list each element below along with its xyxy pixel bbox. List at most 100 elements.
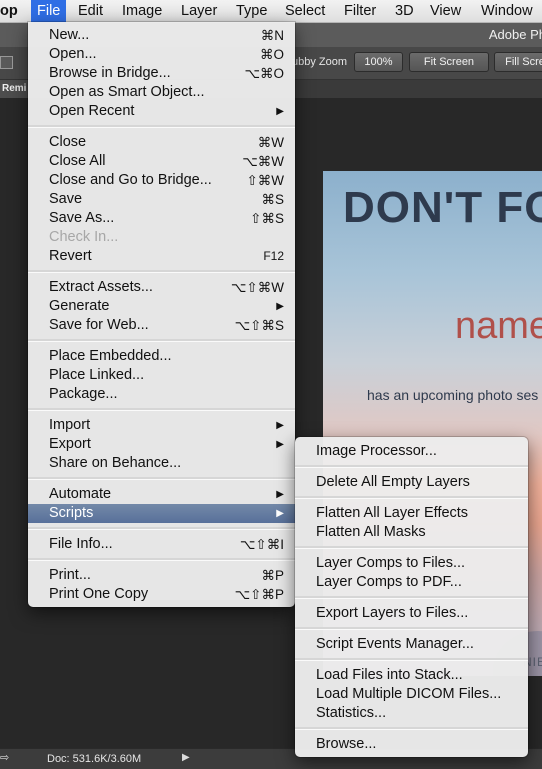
menu-item-label: Load Files into Stack... xyxy=(316,667,463,683)
menu-item-shortcut: ⌥⌘W xyxy=(242,154,284,169)
menu-item-open-as-smart-object[interactable]: Open as Smart Object... xyxy=(28,83,295,102)
menu-item-label: Save As... xyxy=(49,210,115,226)
menu-separator xyxy=(295,465,528,468)
menu-item-label: Scripts xyxy=(49,505,94,521)
menu-item-load-multiple-dicom-files[interactable]: Load Multiple DICOM Files... xyxy=(295,685,528,704)
menu-item-label: Layer Comps to Files... xyxy=(316,555,466,571)
menubar-type[interactable]: Type xyxy=(236,0,267,22)
menu-item-label: Open Recent xyxy=(49,103,135,119)
status-menu-arrow-icon[interactable]: ▶ xyxy=(182,752,190,763)
menu-item-close-all[interactable]: Close All ⌥⌘W xyxy=(28,152,295,171)
menu-item-shortcut: ⌘S xyxy=(261,192,284,207)
fill-screen-button[interactable]: Fill Scre xyxy=(494,52,542,72)
app-title: Adobe Ph xyxy=(488,27,542,42)
scripts-submenu: Image Processor... Delete All Empty Laye… xyxy=(295,437,528,757)
menu-item-export-layers-to-files[interactable]: Export Layers to Files... xyxy=(295,604,528,623)
menu-item-delete-all-empty-layers[interactable]: Delete All Empty Layers xyxy=(295,473,528,492)
zoom-100-button[interactable]: 100% xyxy=(354,52,403,72)
menu-item-label: Check In... xyxy=(49,229,119,245)
menu-item-label: Export xyxy=(49,436,91,452)
menu-item-export[interactable]: Export ▶ xyxy=(28,435,295,454)
menubar-window[interactable]: Window xyxy=(481,0,533,22)
menubar-edit[interactable]: Edit xyxy=(78,0,103,22)
menu-item-save[interactable]: Save ⌘S xyxy=(28,190,295,209)
menu-item-flatten-all-layer-effects[interactable]: Flatten All Layer Effects xyxy=(295,504,528,523)
menu-item-browse[interactable]: Browse... xyxy=(295,735,528,754)
menu-separator xyxy=(28,125,295,128)
menu-item-label: Revert xyxy=(49,248,92,264)
menubar-app-name[interactable]: op xyxy=(0,0,18,22)
status-share-icon[interactable]: ⇨ xyxy=(0,751,9,764)
scrubby-zoom-checkbox[interactable] xyxy=(0,56,13,69)
menu-separator xyxy=(295,627,528,630)
menu-item-layer-comps-to-pdf[interactable]: Layer Comps to PDF... xyxy=(295,573,528,592)
menu-item-browse-in-bridge[interactable]: Browse in Bridge... ⌥⌘O xyxy=(28,64,295,83)
document-subtitle: has an upcoming photo ses xyxy=(367,387,539,403)
document-name-text: name xyxy=(455,305,542,347)
menu-item-scripts[interactable]: Scripts ▶ xyxy=(28,504,295,523)
menu-item-place-embedded[interactable]: Place Embedded... xyxy=(28,347,295,366)
menu-item-place-linked[interactable]: Place Linked... xyxy=(28,366,295,385)
fit-screen-button[interactable]: Fit Screen xyxy=(409,52,489,72)
menubar-view[interactable]: View xyxy=(430,0,461,22)
menu-item-label: Flatten All Layer Effects xyxy=(316,505,469,521)
menu-item-file-info[interactable]: File Info... ⌥⇧⌘I xyxy=(28,535,295,554)
menu-item-layer-comps-to-files[interactable]: Layer Comps to Files... xyxy=(295,554,528,573)
menu-item-shortcut: ⌘N xyxy=(260,28,284,43)
menu-item-label: Generate xyxy=(49,298,110,314)
menu-item-label: Flatten All Masks xyxy=(316,524,426,540)
menu-item-save-as[interactable]: Save As... ⇧⌘S xyxy=(28,209,295,228)
submenu-arrow-icon: ▶ xyxy=(276,301,284,312)
menu-item-load-files-into-stack[interactable]: Load Files into Stack... xyxy=(295,666,528,685)
submenu-arrow-icon: ▶ xyxy=(276,420,284,431)
menu-item-label: Import xyxy=(49,417,91,433)
menu-item-automate[interactable]: Automate ▶ xyxy=(28,485,295,504)
menu-item-open[interactable]: Open... ⌘O xyxy=(28,45,295,64)
menu-item-new[interactable]: New... ⌘N xyxy=(28,26,295,45)
menu-item-label: Share on Behance... xyxy=(49,455,182,471)
menu-item-statistics[interactable]: Statistics... xyxy=(295,704,528,723)
menu-item-label: Extract Assets... xyxy=(49,279,153,295)
menu-item-import[interactable]: Import ▶ xyxy=(28,416,295,435)
menu-separator xyxy=(28,270,295,273)
menu-item-shortcut: ⌥⇧⌘I xyxy=(239,537,284,552)
menu-item-revert[interactable]: Revert F12 xyxy=(28,247,295,266)
menu-item-label: Place Embedded... xyxy=(49,348,172,364)
menu-item-script-events-manager[interactable]: Script Events Manager... xyxy=(295,635,528,654)
menu-item-share-on-behance[interactable]: Share on Behance... xyxy=(28,454,295,473)
menubar-image[interactable]: Image xyxy=(122,0,162,22)
menu-item-shortcut: ⇧⌘S xyxy=(250,211,284,226)
menu-separator xyxy=(295,546,528,549)
menubar-layer[interactable]: Layer xyxy=(181,0,217,22)
menu-item-shortcut: ⌘P xyxy=(261,568,284,583)
menubar-file[interactable]: File xyxy=(31,0,67,23)
menu-item-label: Image Processor... xyxy=(316,443,437,459)
menubar-filter[interactable]: Filter xyxy=(344,0,376,22)
menu-item-image-processor[interactable]: Image Processor... xyxy=(295,442,528,461)
menu-separator xyxy=(28,477,295,480)
document-headline: DON'T FO xyxy=(343,183,542,232)
menu-item-generate[interactable]: Generate ▶ xyxy=(28,297,295,316)
menu-item-label: Save xyxy=(49,191,83,207)
menu-item-shortcut: ⌥⌘O xyxy=(244,66,284,81)
menu-item-label: New... xyxy=(49,27,90,43)
menu-item-print[interactable]: Print... ⌘P xyxy=(28,566,295,585)
menu-item-label: Print... xyxy=(49,567,91,583)
submenu-arrow-icon: ▶ xyxy=(276,508,284,519)
menu-item-shortcut: ⇧⌘W xyxy=(246,173,284,188)
menu-item-open-recent[interactable]: Open Recent ▶ xyxy=(28,102,295,121)
menu-item-close[interactable]: Close ⌘W xyxy=(28,133,295,152)
menu-item-flatten-all-masks[interactable]: Flatten All Masks xyxy=(295,523,528,542)
menu-item-save-for-web[interactable]: Save for Web... ⌥⇧⌘S xyxy=(28,316,295,335)
menubar-select[interactable]: Select xyxy=(285,0,325,22)
menu-item-package[interactable]: Package... xyxy=(28,385,295,404)
menu-item-label: Open as Smart Object... xyxy=(49,84,205,100)
menubar-3d[interactable]: 3D xyxy=(395,0,414,22)
menu-item-close-and-go-to-bridge[interactable]: Close and Go to Bridge... ⇧⌘W xyxy=(28,171,295,190)
menu-item-shortcut: ⌥⇧⌘P xyxy=(234,587,284,602)
menu-item-extract-assets[interactable]: Extract Assets... ⌥⇧⌘W xyxy=(28,278,295,297)
menu-item-label: Open... xyxy=(49,46,97,62)
menu-separator xyxy=(28,339,295,342)
menu-item-print-one-copy[interactable]: Print One Copy ⌥⇧⌘P xyxy=(28,585,295,604)
menu-item-label: Layer Comps to PDF... xyxy=(316,574,462,590)
